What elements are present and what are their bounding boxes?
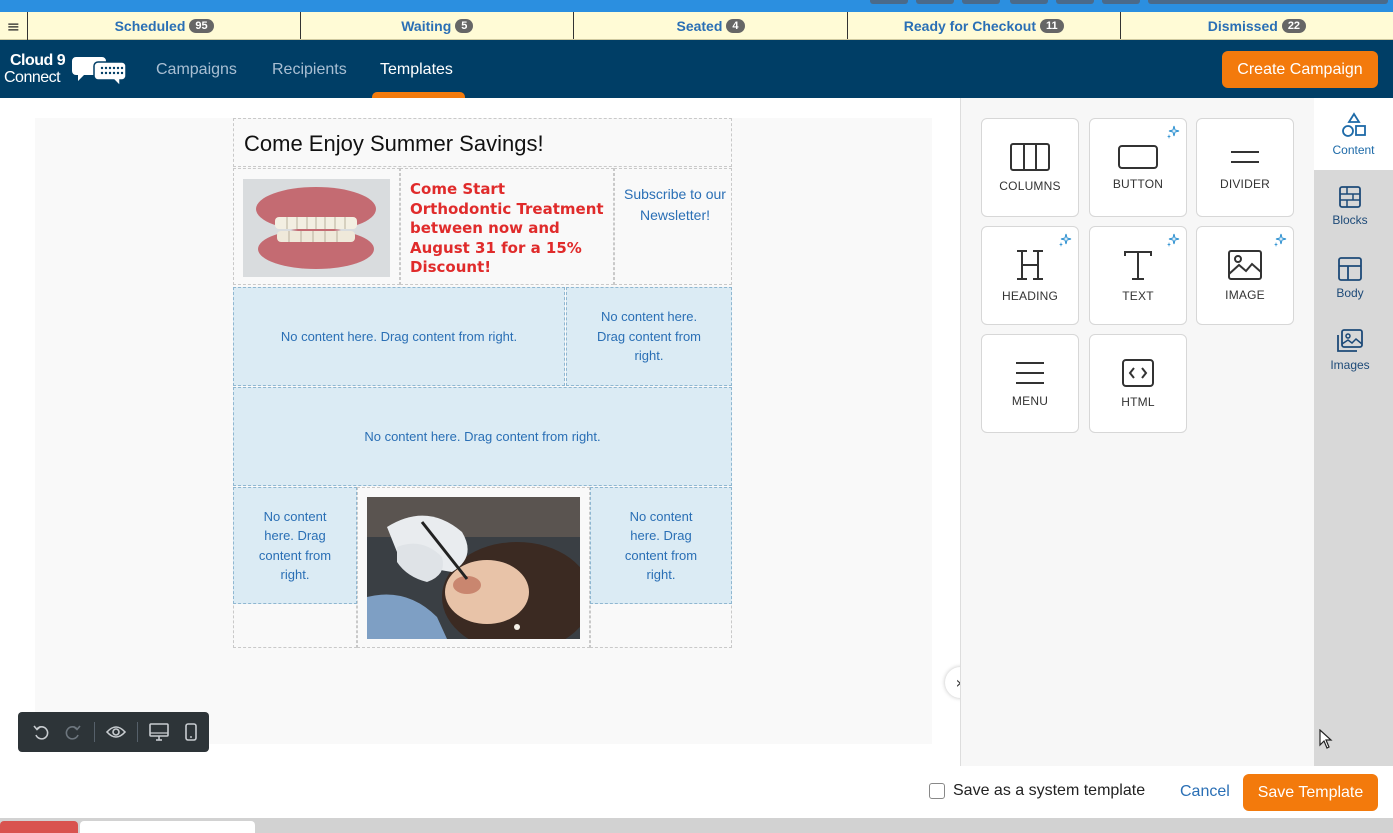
side-tab-blocks[interactable]: Blocks: [1314, 170, 1386, 242]
desktop-view-icon[interactable]: [148, 721, 170, 743]
save-template-button[interactable]: Save Template: [1243, 774, 1378, 811]
columns-icon: [1010, 142, 1050, 171]
tile-label: COLUMNS: [999, 178, 1061, 193]
system-bar-button[interactable]: [1102, 0, 1140, 4]
chat-bubbles-icon: [72, 57, 127, 86]
side-tab-label: Blocks: [1332, 212, 1368, 227]
content-tile-columns[interactable]: COLUMNS: [981, 118, 1079, 217]
ai-sparkle-icon: [1059, 233, 1072, 247]
shapes-icon: [1341, 111, 1366, 137]
status-tab-seated[interactable]: Seated 4: [574, 12, 848, 39]
empty-dropzone[interactable]: No content here. Drag content from right…: [566, 287, 732, 386]
system-bar-button[interactable]: [1010, 0, 1048, 4]
side-tab-images[interactable]: Images: [1314, 314, 1386, 386]
content-tile-html[interactable]: HTML: [1089, 334, 1187, 433]
count-badge: 95: [189, 18, 214, 33]
tile-label: MENU: [1011, 393, 1049, 408]
ai-sparkle-icon: [1274, 233, 1287, 247]
content-tile-heading[interactable]: HEADING: [981, 226, 1079, 325]
system-template-checkbox[interactable]: [929, 783, 945, 799]
button-icon: [1118, 144, 1158, 169]
content-tile-image[interactable]: IMAGE: [1196, 226, 1294, 325]
images-icon: [1337, 328, 1363, 352]
tile-label: DIVIDER: [1219, 176, 1271, 191]
hamburger-menu-icon[interactable]: ≡: [0, 12, 28, 40]
divider-icon: [1231, 150, 1259, 163]
mobile-view-icon[interactable]: [180, 721, 202, 743]
heading-icon: [1017, 249, 1043, 280]
top-system-bar: [0, 0, 1393, 12]
logo-line2: Connect: [4, 69, 61, 86]
system-bar-button[interactable]: [870, 0, 908, 4]
patient-status-bar: ≡ Scheduled 95 Waiting 5 Seated 4 Ready …: [0, 12, 1393, 40]
status-tab-label: Dismissed: [1207, 17, 1278, 34]
empty-dropzone[interactable]: No content here. Drag content from right…: [233, 287, 565, 386]
taskbar-item[interactable]: [0, 821, 78, 833]
side-tab-content[interactable]: Content: [1314, 98, 1393, 170]
menu-icon: [1016, 361, 1044, 384]
nav-recipients[interactable]: Recipients: [272, 61, 347, 79]
status-tab-label: Seated: [676, 17, 723, 34]
tile-label: BUTTON: [1112, 176, 1164, 191]
count-badge: 5: [455, 18, 474, 33]
tile-label: IMAGE: [1225, 287, 1265, 302]
status-tab-label: Ready for Checkout: [903, 17, 1037, 34]
count-badge: 4: [726, 18, 745, 33]
mouse-cursor-icon: [1319, 729, 1333, 749]
side-tab-label: Content: [1332, 142, 1375, 157]
system-bar-button[interactable]: [1148, 0, 1388, 4]
logo-line1: Cloud 9: [10, 52, 66, 69]
preview-eye-icon[interactable]: [105, 721, 127, 743]
status-tab-scheduled[interactable]: Scheduled 95: [28, 12, 302, 39]
nav-campaigns[interactable]: Campaigns: [156, 61, 237, 79]
template-title[interactable]: Come Enjoy Summer Savings!: [233, 118, 732, 167]
status-tab-label: Waiting: [401, 17, 452, 34]
tile-label: HTML: [1121, 394, 1155, 409]
html-icon: [1122, 358, 1154, 387]
taskbar-item[interactable]: [80, 821, 255, 833]
dentures-image[interactable]: [243, 179, 390, 277]
content-tile-divider[interactable]: DIVIDER: [1196, 118, 1294, 217]
side-tab-label: Body: [1336, 285, 1364, 300]
content-tile-menu[interactable]: MENU: [981, 334, 1079, 433]
layout-icon: [1338, 256, 1362, 281]
nav-templates[interactable]: Templates: [380, 61, 453, 79]
editor-toolbar: [18, 712, 209, 752]
side-tab-body[interactable]: Body: [1314, 242, 1386, 314]
count-badge: 11: [1040, 18, 1064, 33]
content-tile-button[interactable]: BUTTON: [1089, 118, 1187, 217]
cloud9-logo[interactable]: Cloud 9 Connect: [4, 52, 128, 88]
status-tab-label: Scheduled: [114, 17, 186, 34]
create-campaign-button[interactable]: Create Campaign: [1222, 51, 1378, 88]
blocks-icon: [1339, 185, 1361, 208]
subscribe-link[interactable]: Subscribe to our Newsletter!: [616, 184, 734, 226]
status-tab-waiting[interactable]: Waiting 5: [301, 12, 575, 39]
ai-sparkle-icon: [1167, 233, 1180, 247]
text-icon: [1124, 250, 1152, 280]
dental-exam-image[interactable]: [367, 497, 580, 639]
status-tab-ready-for-checkout[interactable]: Ready for Checkout 11: [848, 12, 1121, 39]
empty-dropzone[interactable]: No content here. Drag content from right…: [233, 487, 357, 604]
cancel-link[interactable]: Cancel: [1180, 783, 1230, 801]
system-bar-button[interactable]: [1056, 0, 1094, 4]
system-bar-button[interactable]: [962, 0, 1000, 4]
image-icon: [1228, 249, 1262, 280]
undo-icon[interactable]: [30, 721, 52, 743]
empty-dropzone[interactable]: No content here. Drag content from right…: [590, 487, 732, 604]
ai-sparkle-icon: [1167, 125, 1180, 139]
count-badge: 22: [1281, 18, 1307, 33]
system-template-label[interactable]: Save as a system template: [953, 782, 1145, 800]
status-tab-dismissed[interactable]: Dismissed 22: [1121, 12, 1393, 39]
toolbar-separator: [94, 722, 95, 742]
side-tab-label: Images: [1330, 357, 1370, 372]
content-tile-text[interactable]: TEXT: [1089, 226, 1187, 325]
tile-label: TEXT: [1122, 288, 1154, 303]
tile-label: HEADING: [1001, 288, 1059, 303]
toolbar-separator: [137, 722, 138, 742]
empty-dropzone[interactable]: No content here. Drag content from right…: [233, 387, 732, 486]
redo-icon[interactable]: [62, 721, 84, 743]
system-bar-button[interactable]: [916, 0, 954, 4]
promo-text[interactable]: Come Start Orthodontic Treatment between…: [410, 180, 608, 278]
